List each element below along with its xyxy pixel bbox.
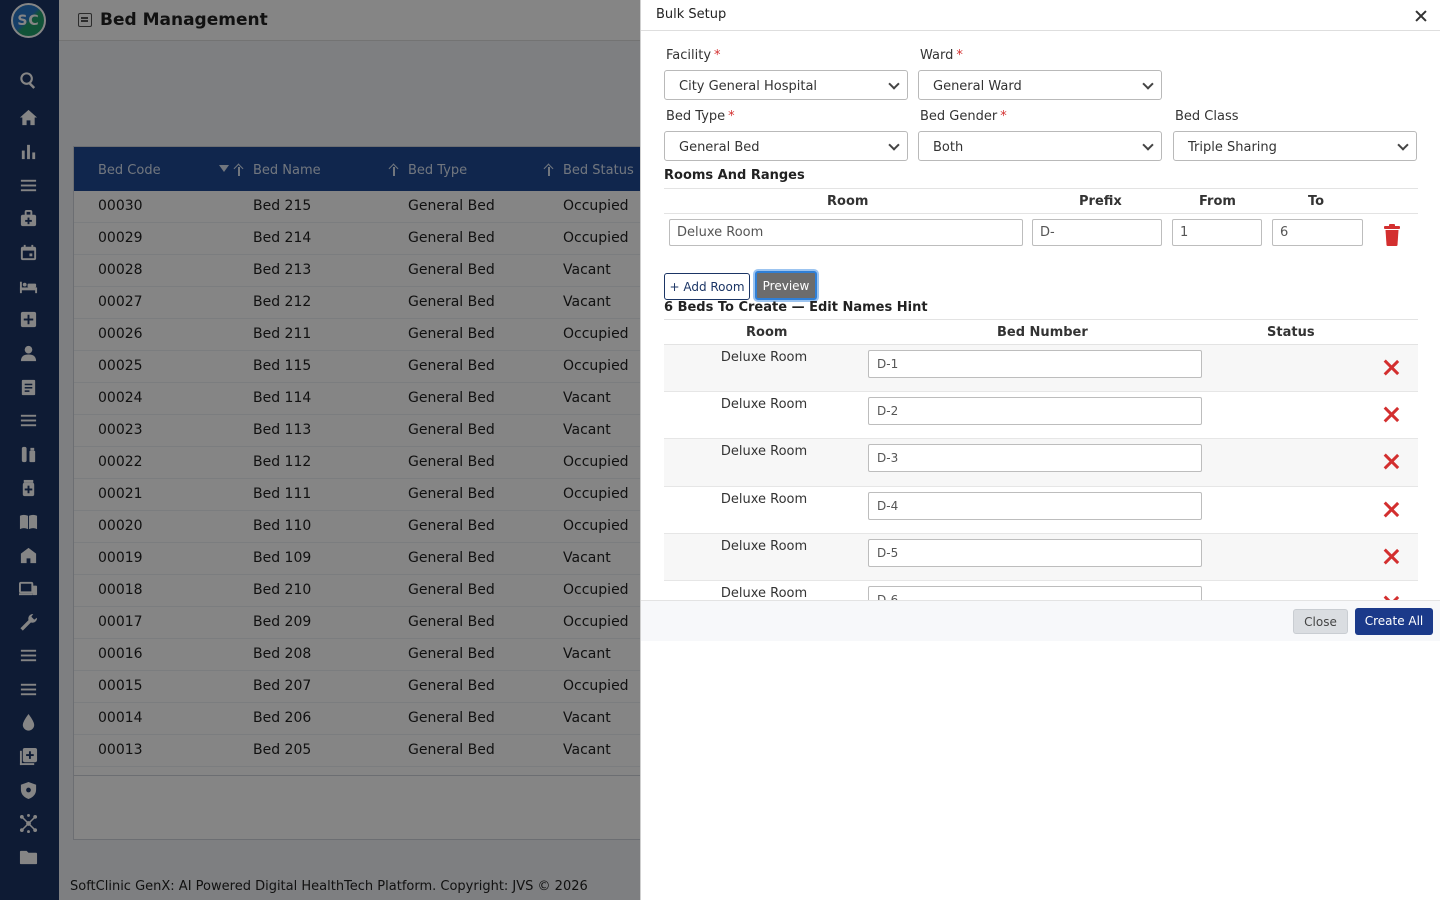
preview-row: Deluxe Room D-1	[664, 345, 1418, 393]
bed-type-select[interactable]: General Bed	[664, 131, 908, 161]
ward-value: General Ward	[933, 79, 1022, 94]
rooms-ranges-title: Rooms And Ranges	[664, 168, 805, 183]
bed-number-input[interactable]: D-3	[868, 444, 1202, 473]
ward-label: Ward *	[920, 48, 963, 63]
room-input[interactable]: Deluxe Room	[669, 219, 1023, 246]
preview-row: Deluxe Room D-3	[664, 439, 1418, 487]
to-column-header: To	[1308, 194, 1325, 209]
bulk-setup-dialog: Bulk Setup Facility * City General Hospit…	[640, 0, 1440, 900]
to-input[interactable]: 6	[1272, 219, 1363, 246]
preview-row: Deluxe Room D-2	[664, 392, 1418, 440]
remove-bed-icon[interactable]	[1383, 453, 1400, 470]
bed-type-label-text: Bed Type	[666, 109, 726, 124]
preview-room-cell: Deluxe Room	[720, 585, 808, 600]
prefix-input[interactable]: D-	[1032, 219, 1162, 246]
preview-table-header: Room Bed Number Status	[664, 319, 1418, 345]
bed-number-column-header: Bed Number	[997, 325, 1088, 340]
dialog-title: Bulk Setup	[656, 7, 727, 22]
preview-row: Deluxe Room D-6	[664, 581, 1418, 600]
status-column-header: Status	[1267, 325, 1315, 340]
bed-number-input[interactable]: D-6	[868, 585, 1202, 600]
from-input[interactable]: 1	[1172, 219, 1262, 246]
preview-row: Deluxe Room D-4	[664, 487, 1418, 534]
close-icon[interactable]	[1414, 9, 1428, 23]
room-column-header: Room	[827, 194, 869, 209]
remove-bed-icon[interactable]	[1383, 359, 1400, 376]
preview-room-cell: Deluxe Room	[720, 538, 808, 554]
bed-class-value: Triple Sharing	[1188, 140, 1277, 155]
required-marker: *	[1000, 109, 1007, 124]
required-marker: *	[956, 48, 963, 63]
preview-room-cell: Deluxe Room	[720, 491, 808, 507]
dialog-header: Bulk Setup	[641, 0, 1440, 31]
bed-number-input[interactable]: D-5	[868, 538, 1202, 567]
remove-bed-icon[interactable]	[1383, 501, 1400, 518]
delete-room-icon[interactable]	[1383, 224, 1401, 246]
preview-button[interactable]: Preview	[755, 271, 817, 300]
bed-number-input[interactable]: D-1	[868, 350, 1202, 378]
bed-gender-value: Both	[933, 140, 964, 155]
facility-label-text: Facility	[666, 48, 712, 63]
required-marker: *	[728, 109, 735, 124]
room-column-header: Room	[746, 325, 788, 340]
preview-room-cell: Deluxe Room	[720, 350, 808, 365]
facility-value: City General Hospital	[679, 79, 818, 94]
preview-room-cell: Deluxe Room	[720, 444, 808, 460]
from-column-header: From	[1199, 194, 1236, 209]
close-button[interactable]: Close	[1293, 609, 1348, 634]
rooms-table-header: Room Prefix From To	[664, 188, 1418, 214]
required-marker: *	[714, 48, 721, 63]
add-room-button[interactable]: + Add Room	[664, 273, 750, 300]
preview-table-body[interactable]: Deluxe Room D-1 Deluxe Room D-2 Deluxe Room D…	[664, 345, 1418, 600]
dialog-footer: Close Create All	[641, 600, 1440, 641]
facility-label: Facility *	[666, 48, 721, 63]
bed-gender-label-text: Bed Gender	[920, 109, 998, 124]
remove-bed-icon[interactable]	[1383, 406, 1400, 423]
bed-number-input[interactable]: D-4	[868, 491, 1202, 520]
ward-select[interactable]: General Ward	[918, 70, 1162, 100]
preview-title: 6 Beds To Create — Edit Names Hint	[664, 300, 928, 315]
bed-gender-label: Bed Gender *	[920, 109, 1007, 124]
preview-row: Deluxe Room D-5	[664, 533, 1418, 581]
preview-room-cell: Deluxe Room	[720, 397, 808, 413]
bed-number-input[interactable]: D-2	[868, 397, 1202, 426]
remove-bed-icon[interactable]	[1383, 548, 1400, 565]
bed-type-value: General Bed	[679, 140, 760, 155]
facility-select[interactable]: City General Hospital	[664, 70, 908, 100]
create-all-button[interactable]: Create All	[1355, 608, 1433, 635]
bed-class-select[interactable]: Triple Sharing	[1173, 131, 1417, 161]
prefix-column-header: Prefix	[1079, 194, 1122, 209]
ward-label-text: Ward	[920, 48, 954, 63]
bed-gender-select[interactable]: Both	[918, 131, 1162, 161]
bed-type-label: Bed Type *	[666, 109, 735, 124]
bed-class-label: Bed Class	[1175, 109, 1239, 124]
